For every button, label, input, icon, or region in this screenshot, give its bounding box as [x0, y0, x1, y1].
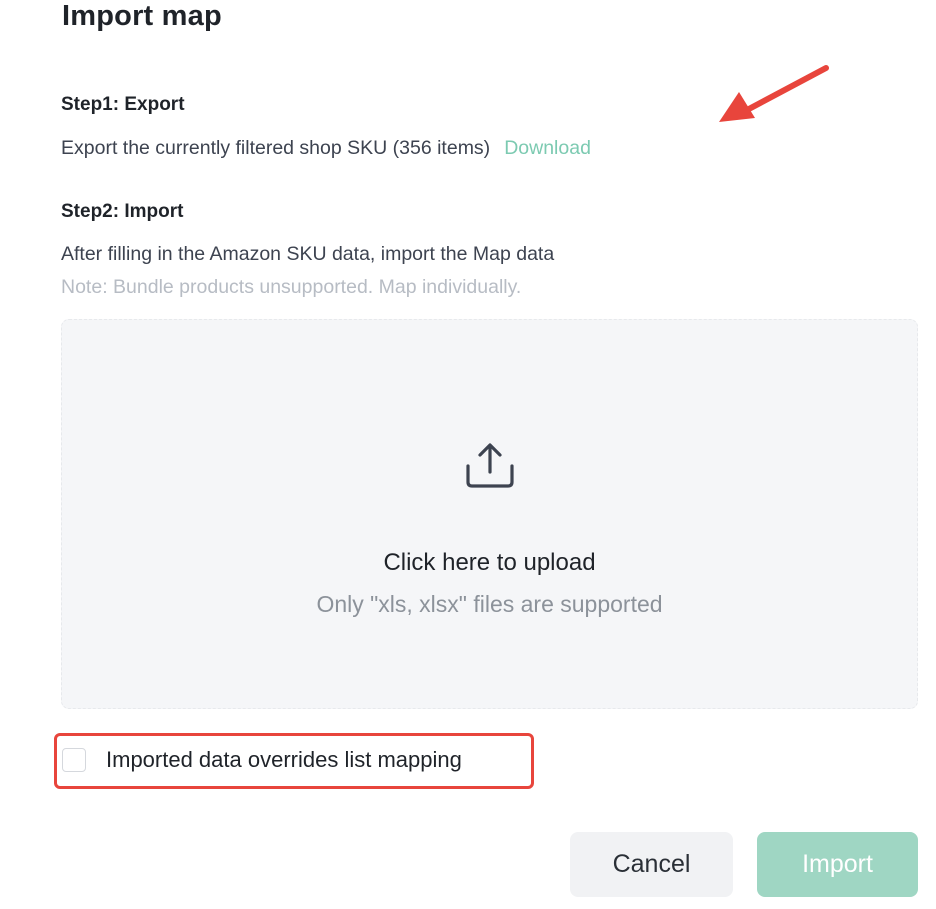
download-link[interactable]: Download [504, 137, 591, 159]
cancel-button[interactable]: Cancel [570, 832, 733, 897]
annotation-arrow [719, 65, 829, 122]
upload-dropzone[interactable]: Click here to upload Only "xls, xlsx" fi… [61, 319, 918, 709]
dialog-title: Import map [62, 0, 222, 32]
step1-heading: Step1: Export [61, 94, 185, 115]
upload-icon [466, 443, 514, 488]
import-description: After filling in the Amazon SKU data, im… [61, 243, 555, 265]
override-mapping-label: Imported data overrides list mapping [106, 747, 462, 772]
step2-heading: Step2: Import [61, 201, 184, 222]
export-description-row: Export the currently filtered shop SKU (… [61, 137, 591, 160]
override-mapping-option[interactable]: Imported data overrides list mapping [54, 733, 534, 789]
override-mapping-checkbox[interactable] [62, 748, 86, 772]
export-description: Export the currently filtered shop SKU (… [61, 137, 491, 159]
bundle-note: Note: Bundle products unsupported. Map i… [61, 276, 522, 298]
import-button[interactable]: Import [757, 832, 918, 897]
upload-title: Click here to upload [383, 549, 596, 576]
upload-hint: Only "xls, xlsx" files are supported [316, 591, 663, 617]
